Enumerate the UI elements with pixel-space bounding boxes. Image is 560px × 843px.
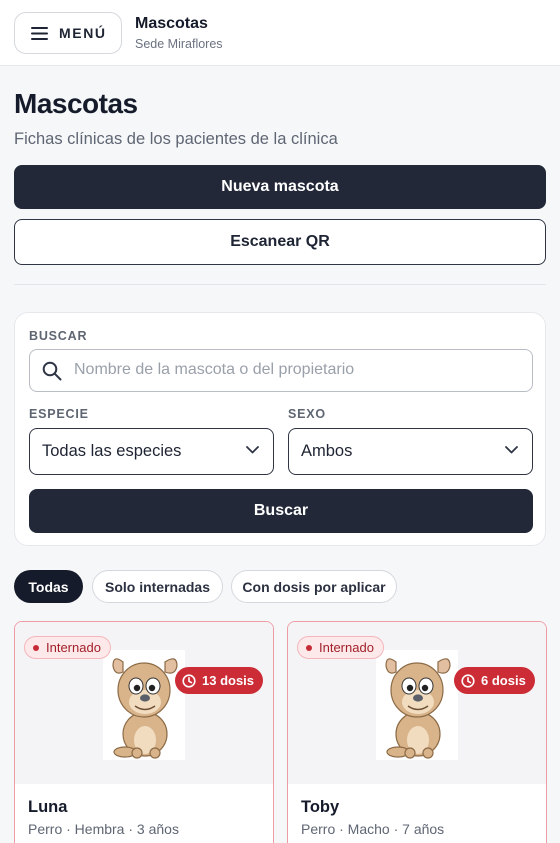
species-select[interactable]: Todas las especies bbox=[29, 428, 274, 475]
pet-name: Toby bbox=[301, 798, 340, 816]
search-icon bbox=[42, 361, 62, 381]
dog-illustration bbox=[376, 650, 458, 760]
pet-card[interactable]: Internado 6 dosis Toby Perro · Macho · 7… bbox=[287, 621, 547, 843]
filter-chip-pending-doses[interactable]: Con dosis por aplicar bbox=[231, 570, 397, 603]
page-title: Mascotas bbox=[14, 88, 138, 119]
status-label: Internado bbox=[319, 640, 374, 655]
chevron-down-icon bbox=[246, 446, 259, 454]
doses-badge: 13 dosis bbox=[175, 667, 264, 694]
clock-icon bbox=[182, 673, 196, 688]
status-dot bbox=[306, 644, 312, 651]
search-input[interactable] bbox=[74, 350, 526, 390]
app-title: Mascotas bbox=[135, 15, 208, 32]
filter-chip-all[interactable]: Todas bbox=[14, 570, 83, 603]
scan-qr-button[interactable]: Escanear QR bbox=[14, 219, 546, 265]
top-bar: MENÚ Mascotas Sede Miraflores bbox=[0, 0, 560, 66]
search-card: BUSCAR ESPECIE Todas las especies SEXO A… bbox=[14, 312, 546, 546]
search-field[interactable] bbox=[29, 349, 533, 392]
pet-details: Perro · Macho · 7 años bbox=[301, 821, 445, 837]
sex-select[interactable]: Ambos bbox=[288, 428, 533, 475]
doses-count: 13 dosis bbox=[202, 673, 255, 688]
branch-name: Sede Miraflores bbox=[135, 37, 223, 51]
hamburger-icon bbox=[31, 26, 48, 40]
doses-count: 6 dosis bbox=[481, 673, 526, 688]
new-pet-button[interactable]: Nueva mascota bbox=[14, 165, 546, 209]
pet-name: Luna bbox=[28, 798, 68, 816]
menu-label: MENÚ bbox=[59, 25, 107, 41]
chevron-down-icon bbox=[505, 446, 518, 454]
filter-chip-hospitalized[interactable]: Solo internadas bbox=[92, 570, 223, 603]
status-badge: Internado bbox=[297, 636, 384, 659]
species-value: Todas las especies bbox=[42, 442, 182, 460]
sex-label: SEXO bbox=[288, 407, 326, 421]
species-label: ESPECIE bbox=[29, 407, 89, 421]
status-badge: Internado bbox=[24, 636, 111, 659]
divider bbox=[14, 284, 546, 285]
search-label: BUSCAR bbox=[29, 329, 88, 343]
dog-illustration bbox=[103, 650, 185, 760]
pet-details: Perro · Hembra · 3 años bbox=[28, 821, 179, 837]
pet-card[interactable]: Internado 13 dosis Luna Perro · Hembra ·… bbox=[14, 621, 274, 843]
page-subtitle: Fichas clínicas de los pacientes de la c… bbox=[14, 130, 338, 148]
search-button[interactable]: Buscar bbox=[29, 489, 533, 533]
clock-icon bbox=[461, 673, 475, 688]
doses-badge: 6 dosis bbox=[454, 667, 535, 694]
status-label: Internado bbox=[46, 640, 101, 655]
status-dot bbox=[33, 644, 39, 651]
menu-button[interactable]: MENÚ bbox=[14, 12, 122, 54]
sex-value: Ambos bbox=[301, 442, 353, 460]
